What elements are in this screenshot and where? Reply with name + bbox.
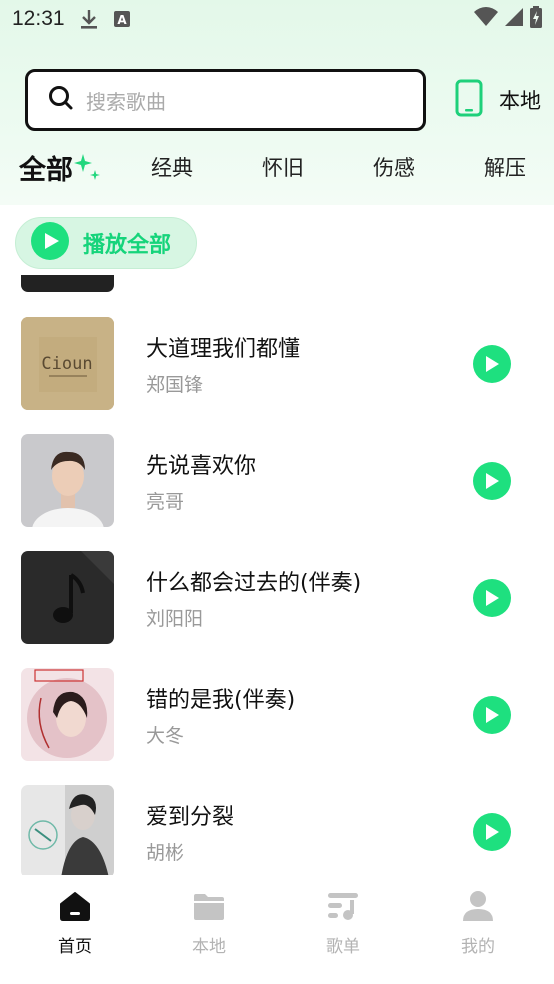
svg-text:A: A bbox=[117, 13, 127, 27]
tab-all[interactable]: 全部 bbox=[19, 148, 73, 187]
song-list: Cioun 大道理我们都懂 郑国锋 先说喜欢你 亮哥 什么都会过去的(伴奏) 刘… bbox=[0, 275, 554, 875]
song-artist: 郑国锋 bbox=[146, 374, 204, 396]
song-artist: 亮哥 bbox=[146, 491, 185, 513]
song-cover: Cioun bbox=[21, 317, 114, 410]
song-title: 先说喜欢你 bbox=[146, 454, 257, 479]
song-title: 大道理我们都懂 bbox=[146, 337, 301, 362]
song-title: 错的是我(伴奏) bbox=[146, 688, 296, 713]
list-item[interactable]: 爱到分裂 胡彬 bbox=[0, 785, 554, 875]
list-item[interactable]: 错的是我(伴奏) 大冬 bbox=[0, 668, 554, 762]
list-item[interactable]: 先说喜欢你 亮哥 bbox=[0, 434, 554, 528]
keyboard-a-icon: A bbox=[113, 10, 131, 28]
list-item[interactable]: 什么都会过去的(伴奏) 刘阳阳 bbox=[0, 551, 554, 645]
tab-sad[interactable]: 伤感 bbox=[373, 152, 415, 182]
play-button[interactable] bbox=[473, 345, 511, 383]
play-icon bbox=[486, 707, 499, 723]
song-artist: 胡彬 bbox=[146, 842, 185, 864]
song-cover-partial bbox=[21, 275, 114, 292]
folder-icon bbox=[193, 890, 225, 926]
play-circle-icon bbox=[31, 222, 69, 264]
song-artist: 刘阳阳 bbox=[146, 608, 204, 630]
play-icon bbox=[486, 590, 499, 606]
battery-charging-icon bbox=[530, 6, 542, 32]
play-icon bbox=[486, 356, 499, 372]
nav-local[interactable]: 本地 bbox=[159, 890, 259, 957]
nav-home[interactable]: 首页 bbox=[25, 890, 125, 957]
tab-classic[interactable]: 经典 bbox=[151, 152, 193, 182]
status-time: 12:31 bbox=[12, 7, 65, 30]
bottom-nav: 首页 本地 歌单 我的 bbox=[0, 880, 554, 984]
user-icon bbox=[462, 890, 494, 926]
local-button-label: 本地 bbox=[499, 89, 541, 113]
play-icon bbox=[486, 824, 499, 840]
nav-local-label: 本地 bbox=[192, 937, 226, 957]
wifi-icon bbox=[474, 7, 498, 31]
status-right bbox=[474, 6, 542, 32]
status-bar: 12:31 A bbox=[0, 0, 554, 38]
download-icon bbox=[79, 8, 99, 30]
nav-mine[interactable]: 我的 bbox=[428, 890, 528, 957]
nav-home-label: 首页 bbox=[58, 937, 92, 957]
song-cover bbox=[21, 668, 114, 761]
play-button[interactable] bbox=[473, 696, 511, 734]
tab-relax[interactable]: 解压 bbox=[484, 152, 526, 182]
sparkle-icon bbox=[74, 154, 102, 188]
song-cover bbox=[21, 434, 114, 527]
tab-nostalgia[interactable]: 怀旧 bbox=[262, 152, 304, 182]
search-icon bbox=[48, 85, 74, 115]
play-button[interactable] bbox=[473, 813, 511, 851]
playlist-icon bbox=[327, 890, 359, 926]
play-button[interactable] bbox=[473, 462, 511, 500]
list-item[interactable]: Cioun 大道理我们都懂 郑国锋 bbox=[0, 317, 554, 411]
play-all-button[interactable]: 播放全部 bbox=[15, 217, 197, 269]
search-placeholder: 搜索歌曲 bbox=[86, 89, 166, 114]
search-input[interactable]: 搜索歌曲 bbox=[25, 69, 426, 131]
song-cover bbox=[21, 551, 114, 644]
song-cover bbox=[21, 785, 114, 875]
play-button[interactable] bbox=[473, 579, 511, 617]
local-button[interactable]: 本地 bbox=[455, 79, 541, 121]
song-title: 爱到分裂 bbox=[146, 805, 235, 830]
signal-icon bbox=[504, 7, 524, 31]
cover-text: Cioun bbox=[41, 354, 92, 374]
home-icon bbox=[59, 890, 91, 926]
category-tabs: 全部 经典 怀旧 伤感 解压 bbox=[0, 148, 554, 188]
song-title: 什么都会过去的(伴奏) bbox=[146, 571, 362, 596]
song-artist: 大冬 bbox=[146, 725, 185, 747]
nav-mine-label: 我的 bbox=[461, 937, 495, 957]
nav-playlist[interactable]: 歌单 bbox=[293, 890, 393, 957]
nav-playlist-label: 歌单 bbox=[326, 937, 360, 957]
phone-icon bbox=[455, 79, 483, 121]
play-icon bbox=[486, 473, 499, 489]
play-all-label: 播放全部 bbox=[83, 233, 172, 258]
